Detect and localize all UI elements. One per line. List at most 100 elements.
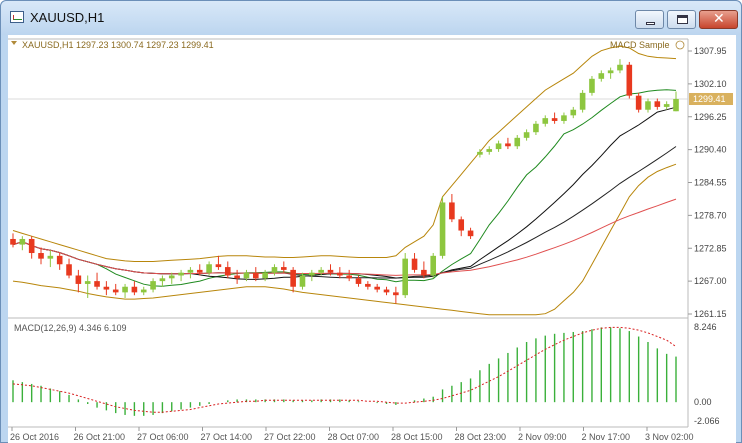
- price-chart[interactable]: 1307.95 1302.10 1296.25 1290.40 1284.55 1278.…: [8, 35, 736, 443]
- candle-body: [168, 275, 175, 279]
- candle-body: [215, 264, 222, 268]
- window-title: XAUUSD,H1: [30, 10, 105, 25]
- candle-body: [224, 267, 231, 276]
- candle-body: [281, 267, 287, 270]
- candle-body: [290, 269, 296, 287]
- candle-body: [122, 286, 128, 293]
- candle-body: [243, 272, 250, 279]
- candle-body: [84, 281, 91, 284]
- candle-body: [299, 275, 306, 287]
- time-axis-label: 27 Oct 06:00: [137, 432, 189, 442]
- time-axis-label: 3 Nov 02:00: [645, 432, 694, 442]
- candle-body: [542, 118, 549, 124]
- candle-body: [94, 281, 100, 287]
- candle-body: [486, 149, 493, 152]
- minimize-button[interactable]: [635, 10, 664, 29]
- candle-body: [654, 101, 661, 107]
- candle-body: [355, 278, 362, 284]
- candle-body: [10, 238, 16, 245]
- candle-body: [495, 143, 502, 150]
- candle-body: [262, 272, 268, 279]
- candle-body: [187, 269, 194, 273]
- minimize-icon: [646, 22, 655, 25]
- candle-body: [327, 269, 334, 273]
- candle-body: [196, 269, 203, 273]
- candle-body: [421, 269, 427, 276]
- price-axis-label: 1267.00: [694, 276, 727, 286]
- candle-body: [514, 137, 521, 147]
- price-axis-label: 1261.15: [694, 309, 727, 319]
- candle-body: [140, 289, 147, 293]
- candle-body: [383, 289, 390, 293]
- macd-axis-label: 0.00: [694, 397, 712, 407]
- price-axis-label: 1284.55: [694, 178, 727, 188]
- header-triangle-icon: [11, 41, 17, 45]
- candle-body: [617, 64, 623, 71]
- bollinger-upper: [12, 45, 677, 262]
- indicator-label: MACD Sample: [610, 40, 670, 50]
- close-icon: ✕: [713, 11, 725, 27]
- candle-body: [458, 219, 465, 231]
- candle-body: [318, 269, 324, 273]
- time-axis-label: 27 Oct 22:00: [264, 432, 316, 442]
- candle-body: [38, 253, 44, 259]
- candle-body: [234, 275, 240, 279]
- macd-signal-line: [12, 326, 677, 413]
- macd-header: MACD(12,26,9) 4.346 6.109: [14, 323, 127, 333]
- candle-body: [645, 101, 651, 110]
- maximize-icon: [677, 15, 688, 24]
- time-axis-label: 27 Oct 14:00: [201, 432, 253, 442]
- candle-body: [626, 64, 633, 96]
- ma-long: [12, 198, 677, 276]
- candle-body: [598, 73, 605, 79]
- price-axis-label: 1278.70: [694, 210, 727, 220]
- candle-body: [393, 292, 399, 296]
- price-axis-label: 1307.95: [694, 46, 727, 56]
- candle-body: [505, 143, 511, 147]
- candle-body: [337, 272, 343, 276]
- time-axis-label: 2 Nov 17:00: [582, 432, 631, 442]
- title-bar[interactable]: XAUUSD,H1 ✕: [1, 1, 741, 35]
- chart-header: XAUUSD,H1 1297.23 1300.74 1297.23 1299.4…: [22, 40, 214, 50]
- price-axis-label: 1272.85: [694, 243, 727, 253]
- candle-body: [663, 104, 670, 107]
- price-axis-label: 1296.25: [694, 112, 727, 122]
- candle-body: [579, 92, 586, 110]
- time-axis-label: 26 Oct 21:00: [74, 432, 126, 442]
- candle-body: [28, 238, 35, 254]
- candle-body: [365, 283, 371, 287]
- price-tag-label: 1299.41: [693, 94, 726, 104]
- candle-body: [66, 264, 72, 276]
- candle-body: [206, 264, 212, 273]
- maximize-button[interactable]: [667, 10, 696, 29]
- candle-body: [19, 238, 26, 245]
- candle-body: [570, 109, 577, 116]
- candle-body: [439, 202, 446, 256]
- candle-body: [467, 230, 474, 237]
- price-axis-label: 1290.40: [694, 145, 727, 155]
- ma-slow: [12, 146, 677, 279]
- smiley-icon: [675, 40, 685, 50]
- candle-body: [309, 272, 315, 276]
- candle-body: [178, 272, 184, 276]
- candle-body: [561, 115, 567, 121]
- candle-body: [607, 70, 614, 74]
- chart-area[interactable]: 1307.95 1302.10 1296.25 1290.40 1284.55 1278.…: [8, 35, 736, 443]
- candle-body: [533, 123, 539, 133]
- candle-body: [150, 281, 156, 290]
- time-axis-label: 28 Oct 23:00: [455, 432, 507, 442]
- candle-body: [411, 258, 418, 270]
- time-axis-label: 28 Oct 15:00: [391, 432, 443, 442]
- close-button[interactable]: ✕: [699, 10, 738, 29]
- candle-body: [523, 132, 530, 138]
- chart-icon: [10, 11, 24, 23]
- candle-body: [589, 78, 595, 93]
- candle-body: [103, 286, 110, 290]
- candle-body: [346, 275, 352, 279]
- candle-body: [374, 286, 380, 290]
- candle-body: [449, 202, 455, 220]
- candle-body: [430, 255, 437, 276]
- candle-body: [551, 118, 558, 121]
- candle-body: [402, 258, 408, 296]
- candle-body: [673, 98, 679, 112]
